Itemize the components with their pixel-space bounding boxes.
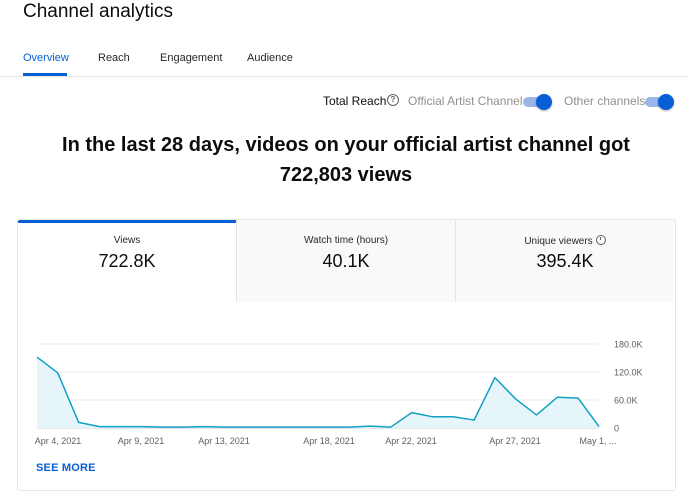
x-tick-label: Apr 27, 2021 [489, 436, 541, 446]
metrics-card: Views 722.8K Watch time (hours) 40.1K Un… [17, 219, 676, 491]
series-area [37, 357, 599, 428]
y-tick-label: 0 [614, 424, 619, 434]
y-tick-label: 60.0K [614, 396, 638, 406]
tab-engagement[interactable]: Engagement [160, 52, 222, 64]
total-reach-label: Total Reach [323, 94, 387, 108]
headline-line-2: 722,803 views [279, 164, 413, 186]
x-tick-label: Apr 18, 2021 [303, 436, 355, 446]
page-title: Channel analytics [23, 1, 173, 22]
headline-line-1: In the last 28 days, videos on your offi… [62, 134, 630, 156]
official-artist-channel-label: Official Artist Channel [408, 94, 523, 108]
summary-headline: In the last 28 days, videos on your offi… [0, 130, 689, 190]
see-more-link[interactable]: SEE MORE [36, 462, 96, 474]
other-channels-toggle[interactable] [645, 94, 675, 110]
x-tick-label: Apr 22, 2021 [385, 436, 437, 446]
active-tab-indicator [23, 73, 67, 76]
tab-reach[interactable]: Reach [98, 52, 130, 64]
x-tick-label: May 1, ... [579, 436, 616, 446]
toggle-thumb [536, 94, 552, 110]
other-channels-label: Other channels [564, 94, 646, 108]
reach-filters: Total Reach ? Official Artist Channel Ot… [0, 93, 689, 111]
y-tick-label: 180.0K [614, 340, 643, 350]
toggle-thumb [658, 94, 674, 110]
tab-overview[interactable]: Overview [23, 52, 69, 64]
views-chart: 0 60.0K 120.0K 180.0K Apr 4, 2021 Apr 9, 2021… [35, 340, 643, 447]
x-tick-label: Apr 4, 2021 [35, 436, 82, 446]
official-artist-channel-toggle[interactable] [523, 94, 553, 110]
tab-audience[interactable]: Audience [247, 52, 293, 64]
x-tick-label: Apr 9, 2021 [118, 436, 165, 446]
help-icon[interactable]: ? [387, 94, 399, 106]
tab-bar: Overview Reach Engagement Audience [0, 44, 689, 77]
y-tick-label: 120.0K [614, 368, 643, 378]
x-tick-label: Apr 13, 2021 [198, 436, 250, 446]
